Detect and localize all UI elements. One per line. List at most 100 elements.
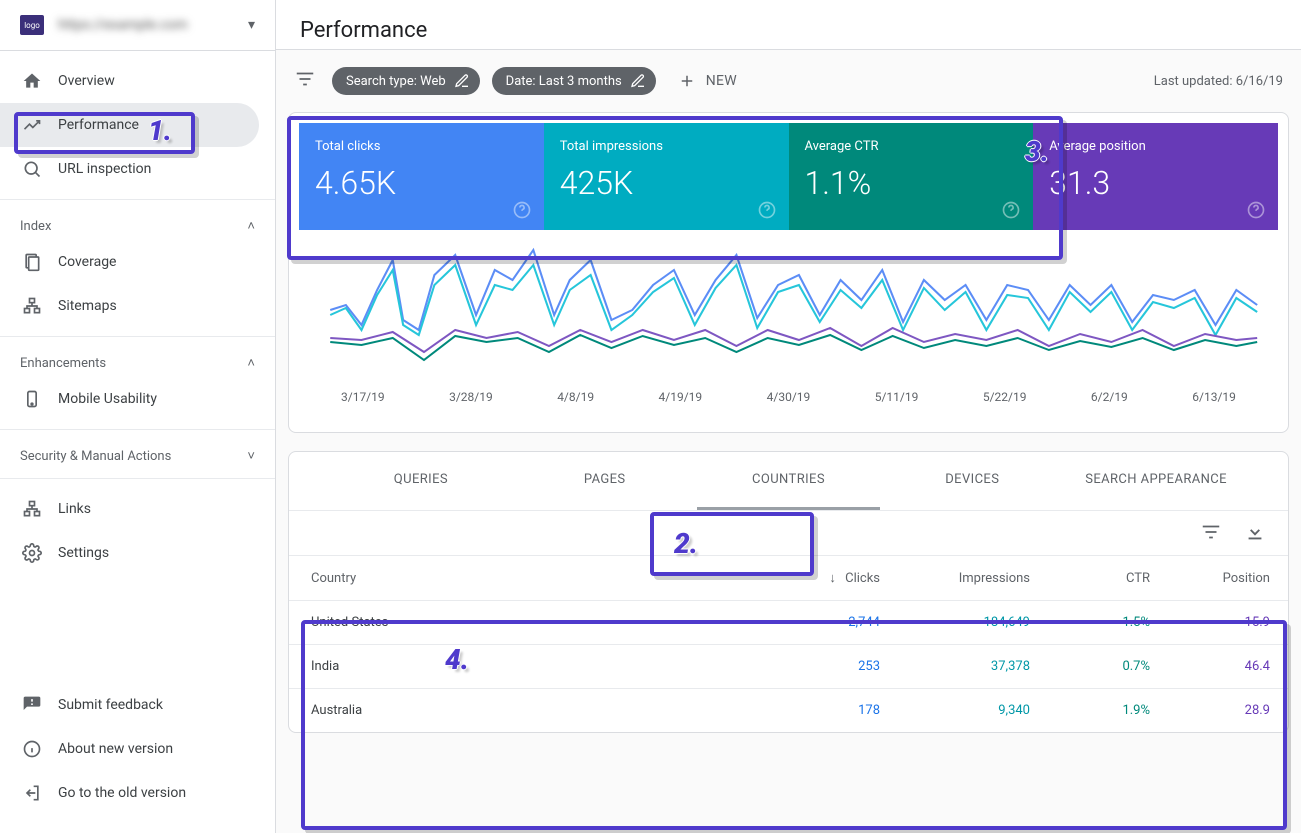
sidebar-item-label: URL inspection — [58, 161, 151, 177]
tabs: QUERIESPAGESCOUNTRIESDEVICESSEARCH APPEA… — [289, 452, 1288, 511]
metric-value: 1.1% — [805, 164, 1018, 202]
cell-clicks: 2,744 — [768, 601, 898, 645]
sidebar-item-about[interactable]: About new version — [0, 727, 259, 771]
section-header-index[interactable]: Index ˄ — [0, 208, 275, 240]
sidebar-item-label: Submit feedback — [58, 697, 163, 713]
cell-clicks: 253 — [768, 645, 898, 689]
sidebar-item-feedback[interactable]: Submit feedback — [0, 683, 259, 727]
add-filter-button[interactable]: NEW — [668, 66, 747, 96]
sidebar-item-label: Go to the old version — [58, 785, 186, 801]
cell-country: India — [289, 645, 768, 689]
cell-position: 15.9 — [1168, 601, 1288, 645]
download-icon[interactable] — [1244, 521, 1266, 547]
cell-ctr: 1.9% — [1048, 689, 1168, 733]
plus-icon — [678, 72, 696, 90]
x-tick: 5/22/19 — [983, 390, 1027, 404]
table-filter-icon[interactable] — [1200, 521, 1222, 547]
sidebar: logo https://example.com ▾ Overview Perf… — [0, 0, 276, 833]
section-header-security[interactable]: Security & Manual Actions ˅ — [0, 438, 275, 470]
property-url: https://example.com — [58, 17, 248, 33]
mobile-icon — [20, 387, 44, 411]
countries-table: Country ↓ Clicks Impressions CTR Positio… — [289, 555, 1288, 732]
x-tick: 3/28/19 — [449, 390, 493, 404]
sidebar-item-sitemaps[interactable]: Sitemaps — [0, 284, 259, 328]
col-position[interactable]: Position — [1168, 556, 1288, 601]
info-icon — [20, 737, 44, 761]
cell-position: 46.4 — [1168, 645, 1288, 689]
sidebar-item-url-inspection[interactable]: URL inspection — [0, 147, 259, 191]
metric-ctr[interactable]: Average CTR 1.1% — [789, 123, 1034, 230]
metric-clicks[interactable]: Total clicks 4.65K — [299, 123, 544, 230]
cell-impressions: 184,649 — [898, 601, 1048, 645]
tab-search-appearance[interactable]: SEARCH APPEARANCE — [1064, 452, 1248, 510]
chart-x-axis: 3/17/19 3/28/19 4/8/19 4/19/19 4/30/19 5/11/1… — [299, 384, 1278, 422]
metric-impressions[interactable]: Total impressions 425K — [544, 123, 789, 230]
pencil-icon — [454, 73, 470, 89]
sort-desc-icon: ↓ — [829, 571, 836, 586]
breakdown-card: QUERIESPAGESCOUNTRIESDEVICESSEARCH APPEA… — [288, 451, 1289, 733]
search-icon — [20, 157, 44, 181]
x-tick: 4/8/19 — [557, 390, 594, 404]
sitemap-icon — [20, 294, 44, 318]
section-header-enhancements[interactable]: Enhancements ˄ — [0, 345, 275, 377]
table-row[interactable]: India25337,3780.7%46.4 — [289, 645, 1288, 689]
sidebar-item-label: Sitemaps — [58, 298, 117, 314]
cell-ctr: 1.5% — [1048, 601, 1168, 645]
metric-position[interactable]: Average position 31.3 — [1033, 123, 1278, 230]
help-icon[interactable] — [1001, 200, 1021, 220]
chevron-down-icon: ˅ — [247, 448, 255, 464]
sidebar-item-mobile-usability[interactable]: Mobile Usability — [0, 377, 259, 421]
metric-label: Total impressions — [560, 139, 773, 154]
sidebar-item-settings[interactable]: Settings — [0, 531, 259, 575]
metric-value: 425K — [560, 164, 773, 202]
property-selector[interactable]: logo https://example.com ▾ — [0, 0, 275, 51]
help-icon[interactable] — [757, 200, 777, 220]
metric-value: 4.65K — [315, 164, 528, 202]
x-tick: 6/13/19 — [1192, 390, 1236, 404]
metrics-row: Total clicks 4.65K Total impressions 425… — [289, 113, 1288, 230]
col-ctr[interactable]: CTR — [1048, 556, 1168, 601]
tab-devices[interactable]: DEVICES — [880, 452, 1064, 510]
filter-icon[interactable] — [290, 64, 320, 98]
sidebar-item-coverage[interactable]: Coverage — [0, 240, 259, 284]
tab-countries[interactable]: COUNTRIES — [697, 452, 881, 510]
chevron-up-icon: ˄ — [247, 218, 255, 234]
metric-label: Average CTR — [805, 139, 1018, 154]
col-country[interactable]: Country — [289, 556, 768, 601]
cell-impressions: 37,378 — [898, 645, 1048, 689]
last-updated: Last updated: 6/16/19 — [1154, 74, 1283, 89]
col-clicks[interactable]: ↓ Clicks — [768, 556, 898, 601]
coverage-icon — [20, 250, 44, 274]
chip-date[interactable]: Date: Last 3 months — [492, 67, 656, 95]
home-icon — [20, 69, 44, 93]
cell-impressions: 9,340 — [898, 689, 1048, 733]
pencil-icon — [630, 73, 646, 89]
sidebar-item-overview[interactable]: Overview — [0, 59, 259, 103]
performance-card: Total clicks 4.65K Total impressions 425… — [288, 112, 1289, 433]
sidebar-item-label: About new version — [58, 741, 173, 757]
sidebar-item-old-version[interactable]: Go to the old version — [0, 771, 259, 815]
cell-ctr: 0.7% — [1048, 645, 1168, 689]
x-tick: 4/30/19 — [767, 390, 811, 404]
sidebar-item-links[interactable]: Links — [0, 487, 259, 531]
col-impressions[interactable]: Impressions — [898, 556, 1048, 601]
x-tick: 3/17/19 — [341, 390, 385, 404]
sidebar-item-label: Mobile Usability — [58, 391, 157, 407]
sidebar-item-label: Performance — [58, 117, 139, 133]
x-tick: 4/19/19 — [659, 390, 703, 404]
help-icon[interactable] — [1246, 200, 1266, 220]
tab-pages[interactable]: PAGES — [513, 452, 697, 510]
sidebar-item-performance[interactable]: Performance — [0, 103, 259, 147]
main: Performance Search type: Web Date: Last … — [276, 0, 1301, 833]
page-title: Performance — [276, 0, 1301, 50]
tab-queries[interactable]: QUERIES — [329, 452, 513, 510]
metric-label: Total clicks — [315, 139, 528, 154]
help-icon[interactable] — [512, 200, 532, 220]
table-row[interactable]: United States2,744184,6491.5%15.9 — [289, 601, 1288, 645]
x-tick: 6/2/19 — [1091, 390, 1128, 404]
property-logo: logo — [20, 15, 44, 35]
x-tick: 5/11/19 — [875, 390, 919, 404]
chip-search-type[interactable]: Search type: Web — [332, 67, 480, 95]
table-row[interactable]: Australia1789,3401.9%28.9 — [289, 689, 1288, 733]
feedback-icon — [20, 693, 44, 717]
